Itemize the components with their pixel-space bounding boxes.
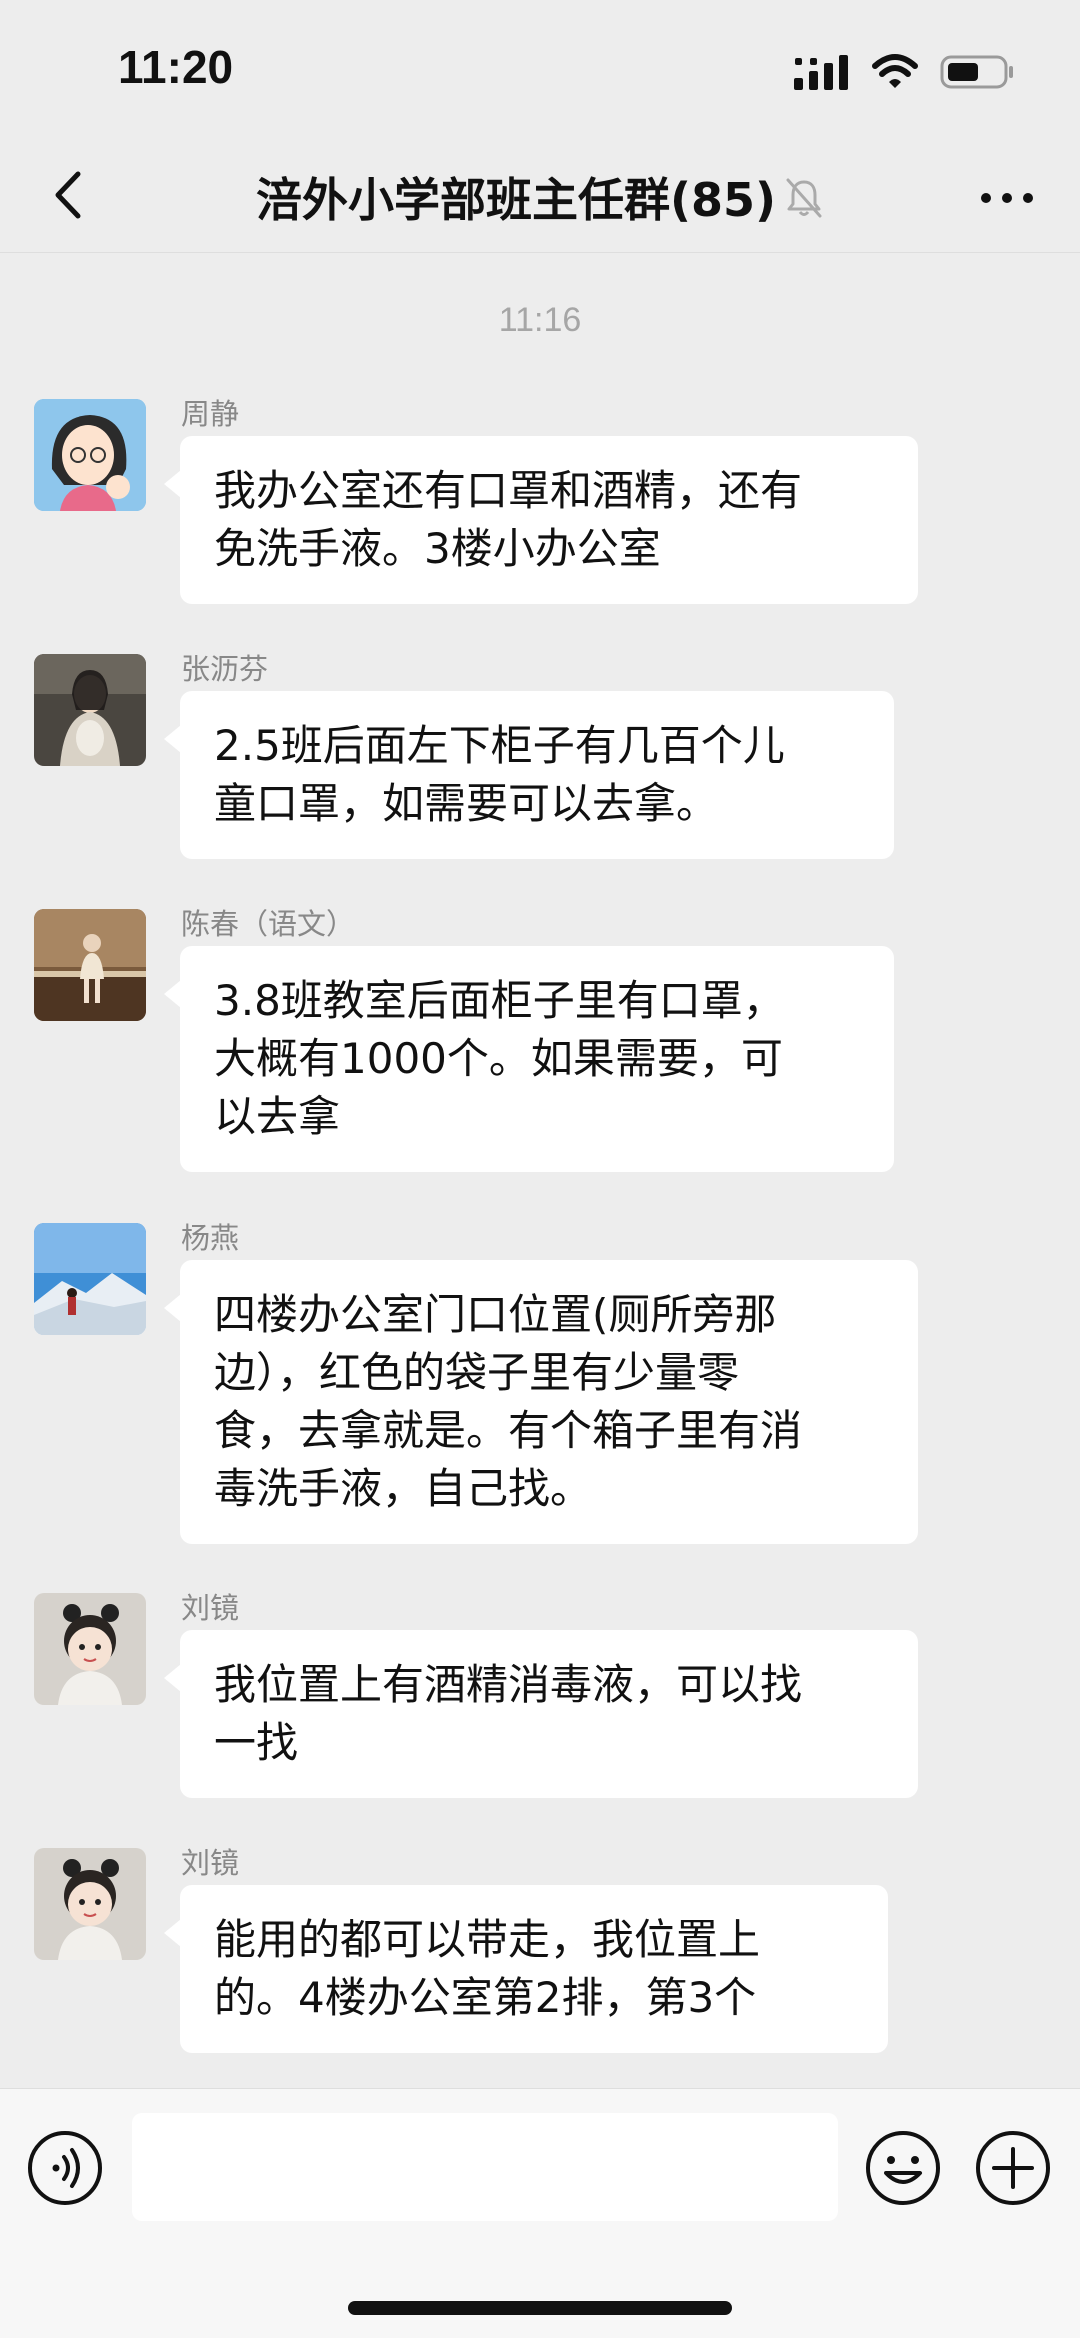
message-line: 免洗手液。3楼小办公室	[214, 524, 661, 573]
mute-bell-icon	[784, 176, 824, 231]
message-line: 一找	[214, 1718, 299, 1767]
avatar[interactable]	[34, 399, 146, 511]
sender-name: 张沥芬	[181, 652, 269, 686]
message-line: 童口罩，如需要可以去拿。	[214, 779, 719, 828]
sender-name: 周静	[181, 397, 240, 431]
sender-name: 陈春（语文）	[181, 907, 356, 941]
more-functions-button[interactable]	[974, 2129, 1052, 2207]
avatar[interactable]	[34, 1223, 146, 1335]
status-bar: 11:20	[0, 0, 1080, 140]
navigation-bar: 涪外小学部班主任群(85)	[0, 140, 1080, 253]
message-line: 边），红色的袋子里有少量零	[214, 1348, 740, 1397]
message-line: 以去拿	[214, 1092, 341, 1141]
home-indicator	[348, 2301, 732, 2315]
message-line: 大概有1000个。如果需要，可	[214, 1034, 783, 1083]
voice-input-button[interactable]	[26, 2129, 104, 2207]
battery-icon	[940, 55, 1013, 89]
message-bubble[interactable]: 3.8班教室后面柜子里有口罩， 大概有1000个。如果需要，可 以去拿	[164, 946, 894, 1172]
more-options-button[interactable]	[972, 166, 1042, 226]
voice-icon	[28, 2131, 102, 2205]
group-title-text: 涪外小学部班主任群(85)	[255, 173, 777, 227]
avatar[interactable]	[34, 654, 146, 766]
more-icon	[981, 193, 1033, 203]
avatar[interactable]	[34, 909, 146, 1021]
status-time: 11:20	[118, 41, 234, 93]
message-line: 食，去拿就是。有个箱子里有消	[214, 1406, 803, 1455]
message-line: 2.5班后面左下柜子有几百个儿	[214, 721, 785, 770]
avatar[interactable]	[34, 1593, 146, 1705]
emoji-icon	[866, 2131, 940, 2205]
input-bar	[0, 2088, 1080, 2338]
sender-name: 杨燕	[181, 1221, 240, 1255]
message-line: 3.8班教室后面柜子里有口罩，	[214, 976, 785, 1025]
message-line: 我办公室还有口罩和酒精，还有	[214, 466, 803, 515]
plus-icon	[976, 2131, 1050, 2205]
message-bubble[interactable]: 我位置上有酒精消毒液，可以找 一找	[164, 1630, 918, 1798]
emoji-button[interactable]	[864, 2129, 942, 2207]
message-line: 能用的都可以带走，我位置上	[214, 1915, 761, 1964]
message-input[interactable]	[132, 2113, 838, 2221]
wifi-icon	[872, 54, 918, 88]
message-bubble[interactable]: 我办公室还有口罩和酒精，还有 免洗手液。3楼小办公室	[164, 436, 918, 604]
message-line: 我位置上有酒精消毒液，可以找	[214, 1660, 803, 1709]
time-divider: 11:16	[498, 301, 582, 339]
message-line: 四楼办公室门口位置(厕所旁那	[214, 1290, 777, 1339]
status-icons	[794, 50, 1014, 94]
chat-area[interactable]: 11:16 周静 我办公室还有口罩和酒精，还有 免洗手液。3楼小办公室 张沥芬 …	[0, 253, 1080, 2088]
group-title: 涪外小学部班主任群(85)	[0, 164, 1080, 231]
message-bubble[interactable]: 能用的都可以带走，我位置上 的。4楼办公室第2排，第3个	[164, 1885, 888, 2053]
message-bubble[interactable]: 2.5班后面左下柜子有几百个儿 童口罩，如需要可以去拿。	[164, 691, 894, 859]
cellular-signal-icon	[794, 55, 848, 90]
message-bubble[interactable]: 四楼办公室门口位置(厕所旁那 边），红色的袋子里有少量零 食，去拿就是。有个箱子…	[164, 1260, 918, 1544]
sender-name: 刘镜	[181, 1591, 240, 1625]
message-line: 的。4楼办公室第2排，第3个	[214, 1973, 757, 2022]
message-line: 毒洗手液，自己找。	[214, 1464, 593, 1513]
avatar[interactable]	[34, 1848, 146, 1960]
sender-name: 刘镜	[181, 1846, 240, 1880]
